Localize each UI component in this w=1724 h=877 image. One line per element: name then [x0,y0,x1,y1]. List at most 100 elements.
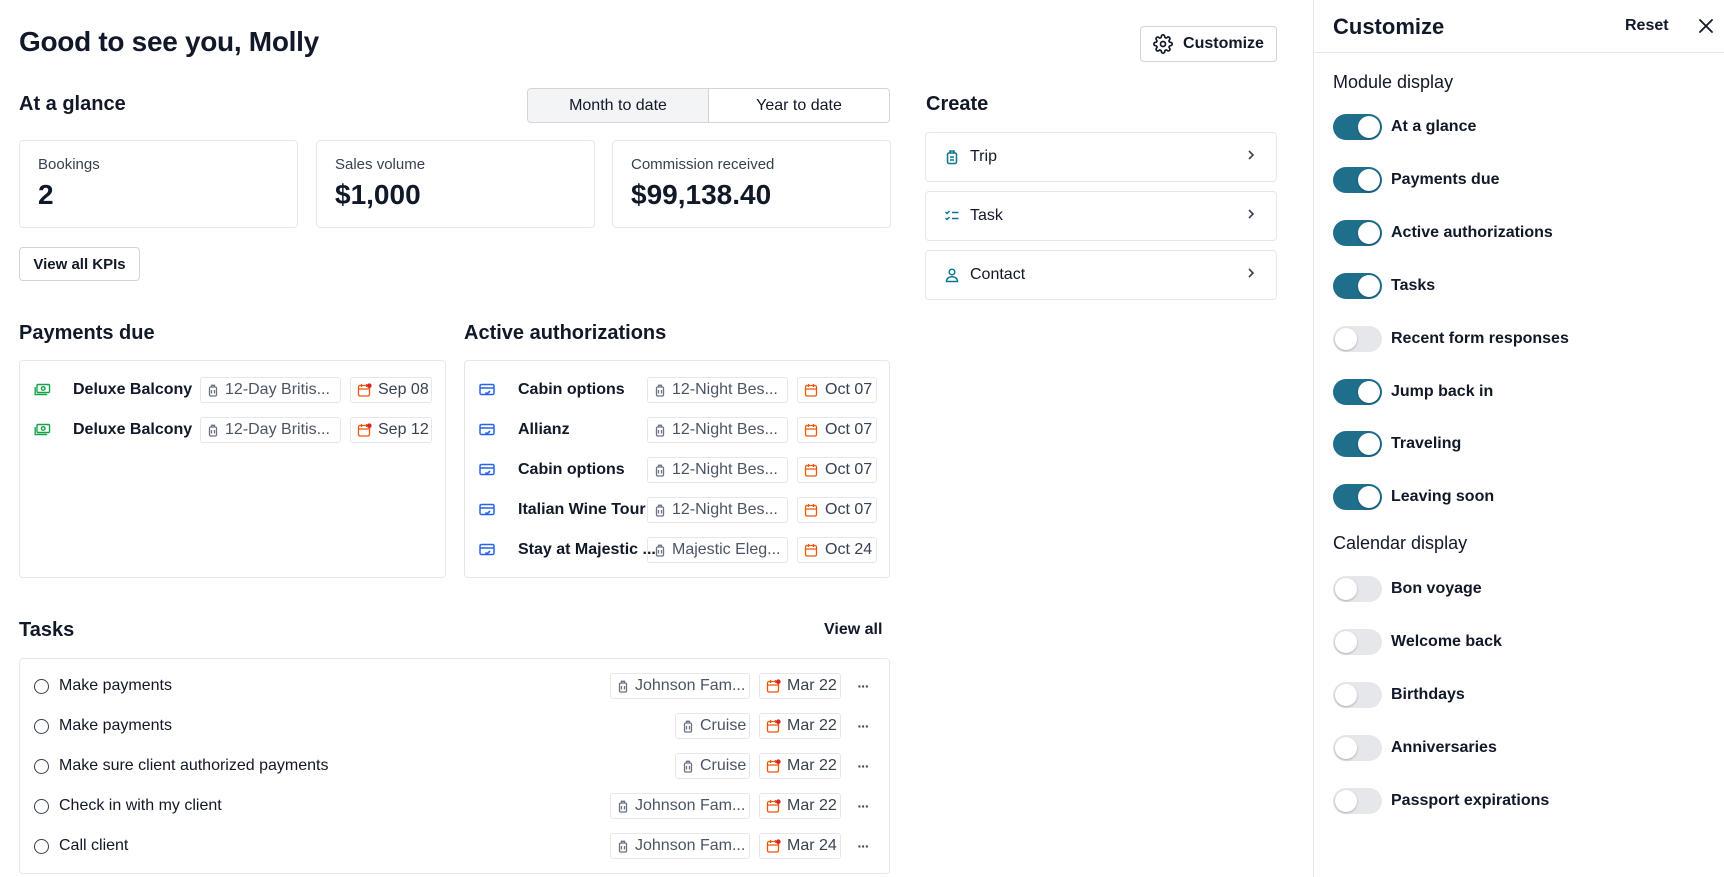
calendar-icon [804,423,819,438]
toggle-switch[interactable] [1333,681,1382,708]
authorization-row[interactable]: Italian Wine Tour [478,497,646,523]
luggage-icon [944,149,960,165]
toggle-switch[interactable] [1333,734,1382,761]
task-complete-radio[interactable] [34,798,49,814]
toggle-switch[interactable] [1333,325,1382,352]
trip-chip-label: Johnson Fam... [635,677,746,694]
module-toggle-row: At a glance [1333,113,1476,141]
create-task-card[interactable]: Task [925,191,1277,241]
task-complete-radio[interactable] [34,718,49,734]
trip-icon [617,680,629,693]
date-chip[interactable]: Mar 22 [759,793,841,819]
module-toggle-row: Leaving soon [1333,483,1494,511]
calendar-icon [357,382,372,398]
trip-chip[interactable]: 12-Day Britis... [200,417,341,443]
person-icon [944,267,960,283]
trip-chip-label: Johnson Fam... [635,797,746,814]
page-title: Good to see you, Molly [19,26,319,57]
toggle-label: Jump back in [1391,382,1494,400]
trip-chip[interactable]: Johnson Fam... [610,793,750,819]
trip-chip[interactable]: Cruise [675,753,750,779]
reset-button[interactable]: Reset [1625,17,1669,35]
trip-chip[interactable]: 12-Day Britis... [200,377,341,403]
task-row[interactable]: Make sure client authorized payments [34,753,328,779]
segment-year-to-date[interactable]: Year to date [709,89,889,122]
date-chip-label: Oct 07 [825,501,873,518]
kpi-card-sales-volume: Sales volume $1,000 [316,140,595,228]
date-chip[interactable]: Oct 24 [797,537,877,563]
toggle-switch[interactable] [1333,378,1382,405]
authorization-row[interactable]: Cabin options [478,457,625,483]
payment-row[interactable]: Deluxe Balcony [33,377,192,403]
trip-chip[interactable]: Johnson Fam... [610,673,750,699]
toggle-switch[interactable] [1333,272,1382,299]
view-all-kpis-button[interactable]: View all KPIs [19,247,140,281]
segment-month-to-date[interactable]: Month to date [528,89,709,122]
trip-icon [207,384,219,397]
toggle-switch[interactable] [1333,787,1382,814]
date-chip[interactable]: Sep 12 [350,417,432,443]
authorization-row[interactable]: Stay at Majestic ... [478,537,656,563]
date-chip[interactable]: Oct 07 [797,457,877,483]
date-chip[interactable]: Mar 24 [759,833,841,859]
module-toggle-row: Traveling [1333,430,1461,458]
authorization-row[interactable]: Allianz [478,417,570,443]
authorization-card-icon [478,541,496,559]
trip-icon [617,840,629,853]
date-chip[interactable]: Mar 22 [759,673,841,699]
trip-icon [682,720,694,733]
toggle-switch[interactable] [1333,166,1382,193]
date-chip[interactable]: Mar 22 [759,753,841,779]
module-toggle-row: Active authorizations [1333,219,1553,247]
close-icon[interactable] [1695,15,1717,37]
kpi-label: Commission received [631,156,775,173]
toggle-switch[interactable] [1333,576,1382,602]
toggle-switch[interactable] [1333,628,1382,655]
more-options-icon[interactable]: ··· [853,793,873,819]
more-options-icon[interactable]: ··· [853,713,873,739]
date-chip[interactable]: Sep 08 [350,377,432,403]
trip-chip[interactable]: 12-Night Bes... [647,457,788,483]
task-complete-radio[interactable] [34,678,49,694]
toggle-switch[interactable] [1333,219,1382,246]
create-contact-card[interactable]: Contact [925,250,1277,300]
module-toggle-row: Jump back in [1333,378,1493,406]
date-chip[interactable]: Oct 07 [797,377,877,403]
trip-chip[interactable]: Johnson Fam... [610,833,750,859]
row-title: Italian Wine Tour [518,501,646,518]
task-row[interactable]: Make payments [34,673,172,699]
task-row[interactable]: Call client [34,833,128,859]
date-chip[interactable]: Oct 07 [797,497,877,523]
more-options-icon[interactable]: ··· [853,673,873,699]
tasks-view-all-link[interactable]: View all [824,621,882,639]
date-chip[interactable]: Oct 07 [797,417,877,443]
trip-chip[interactable]: Cruise [675,713,750,739]
task-complete-radio[interactable] [34,758,49,774]
toggle-switch[interactable] [1333,484,1382,511]
task-row[interactable]: Make payments [34,713,172,739]
trip-chip[interactable]: 12-Night Bes... [647,497,788,523]
more-options-icon[interactable]: ··· [853,753,873,779]
row-title: Cabin options [518,461,625,478]
create-trip-card[interactable]: Trip [925,132,1277,182]
row-title: Cabin options [518,381,625,398]
authorization-row[interactable]: Cabin options [478,377,625,403]
trip-icon [654,504,666,517]
customize-button[interactable]: Customize [1140,26,1277,62]
create-trip-label: Trip [970,148,997,165]
trip-icon [682,760,694,773]
trip-chip[interactable]: 12-Night Bes... [647,417,788,443]
toggle-switch[interactable] [1333,431,1382,458]
trip-chip[interactable]: 12-Night Bes... [647,377,788,403]
at-a-glance-title: At a glance [19,93,126,115]
task-complete-radio[interactable] [34,838,49,854]
toggle-knob [1335,736,1357,759]
task-row[interactable]: Check in with my client [34,793,222,819]
trip-chip[interactable]: Majestic Eleg... [647,537,788,563]
more-options-icon[interactable]: ··· [853,833,873,859]
trip-chip-label: Majestic Eleg... [672,541,781,558]
date-chip[interactable]: Mar 22 [759,713,841,739]
date-chip-label: Oct 07 [825,421,873,438]
payment-row[interactable]: Deluxe Balcony [33,417,192,443]
toggle-switch[interactable] [1333,114,1382,140]
